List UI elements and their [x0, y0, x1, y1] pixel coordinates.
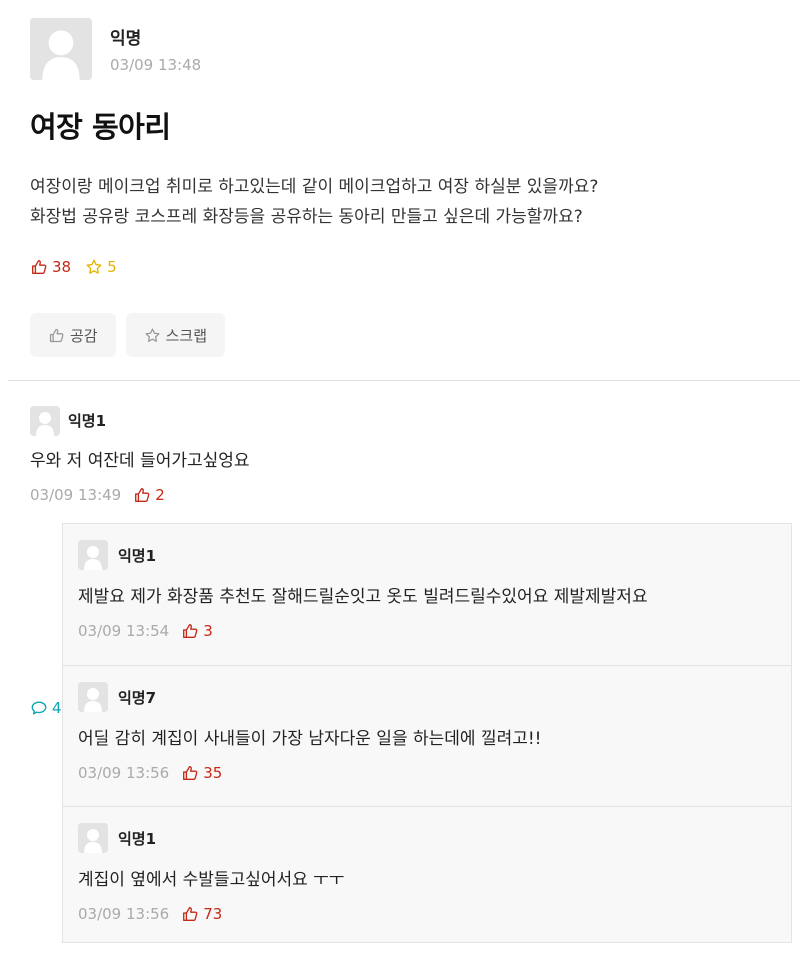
- reply-like[interactable]: 35: [181, 764, 222, 782]
- reply-list: 익명1 제발요 제가 화장품 추천도 잘해드릴순잇고 옷도 빌려드릴수있어요 제…: [62, 523, 792, 943]
- avatar: [78, 823, 108, 853]
- like-button-label: 공감: [70, 326, 98, 345]
- comment-time: 03/09 13:49: [30, 486, 122, 504]
- post: 익명 03/09 13:48 여장 동아리 여장이랑 메이크업 취미로 하고있는…: [0, 0, 800, 717]
- avatar: [78, 682, 108, 712]
- scrap-button[interactable]: 스크랩: [125, 313, 226, 357]
- reply-like[interactable]: 73: [181, 905, 222, 923]
- reply: 익명1 계집이 옆에서 수발들고싶어서요 ㅜㅜ 03/09 13:56 73: [63, 806, 791, 947]
- post-body-line: 화장법 공유랑 코스프레 화장등을 공유하는 동아리 만들고 싶은데 가능할까요…: [30, 207, 583, 227]
- reply-text: 계집이 옆에서 수발들고싶어서요 ㅜㅜ: [78, 870, 345, 890]
- reply-meta: 03/09 13:54 3: [78, 622, 213, 640]
- reply-text: 어딜 감히 계집이 사내들이 가장 남자다운 일을 하는데에 낄려고!!: [78, 729, 542, 749]
- post-title: 여장 동아리: [30, 110, 171, 144]
- avatar: [78, 540, 108, 570]
- thumbs-up-icon: [32, 260, 47, 274]
- reply-time: 03/09 13:56: [78, 905, 170, 923]
- thumbs-up-icon: [49, 328, 64, 342]
- thumbs-up-icon: [183, 766, 198, 780]
- comment-text: 우와 저 여잔데 들어가고싶엉요: [30, 451, 250, 471]
- like-count-value: 38: [52, 258, 72, 276]
- scrap-count: 5: [85, 258, 117, 276]
- avatar: [30, 406, 60, 436]
- comment-like[interactable]: 2: [133, 486, 165, 504]
- comment: 익명1 우와 저 여잔데 들어가고싶엉요 03/09 13:49 2: [0, 382, 800, 518]
- post-actions: 공감 스크랩: [30, 313, 235, 357]
- post-stats: 38 42 5: [30, 258, 131, 717]
- reply-like-count: 73: [203, 905, 223, 923]
- like-button[interactable]: 공감: [30, 313, 116, 357]
- reply-like-count: 3: [203, 622, 213, 640]
- reply-time: 03/09 13:56: [78, 764, 170, 782]
- reply: 익명7 어딜 감히 계집이 사내들이 가장 남자다운 일을 하는데에 낄려고!!…: [63, 665, 791, 806]
- reply-like[interactable]: 3: [181, 622, 213, 640]
- reply: 익명1 제발요 제가 화장품 추천도 잘해드릴순잇고 옷도 빌려드릴수있어요 제…: [63, 524, 791, 665]
- post-author: 익명: [110, 29, 142, 49]
- avatar: [30, 18, 92, 80]
- comment-like-count: 2: [155, 486, 165, 504]
- star-icon: [145, 327, 160, 342]
- reply-time: 03/09 13:54: [78, 622, 170, 640]
- reply-text: 제발요 제가 화장품 추천도 잘해드릴순잇고 옷도 빌려드릴수있어요 제발제발저…: [78, 587, 648, 607]
- reply-author: 익명1: [118, 830, 157, 848]
- post-body: 여장이랑 메이크업 취미로 하고있는데 같이 메이크업하고 여장 하실분 있을까…: [30, 172, 790, 232]
- scrap-button-label: 스크랩: [165, 326, 208, 345]
- post-time: 03/09 13:48: [110, 56, 202, 74]
- reply-meta: 03/09 13:56 35: [78, 764, 222, 782]
- divider: [8, 380, 800, 381]
- post-body-line: 여장이랑 메이크업 취미로 하고있는데 같이 메이크업하고 여장 하실분 있을까…: [30, 177, 599, 197]
- comment-author: 익명1: [68, 412, 107, 430]
- thumbs-up-icon: [183, 624, 198, 638]
- reply-like-count: 35: [203, 764, 223, 782]
- like-count: 38: [30, 258, 71, 276]
- scrap-count-value: 5: [107, 258, 117, 276]
- reply-author: 익명7: [118, 689, 157, 707]
- reply-meta: 03/09 13:56 73: [78, 905, 222, 923]
- thumbs-up-icon: [135, 488, 150, 502]
- thumbs-up-icon: [183, 907, 198, 921]
- reply-author: 익명1: [118, 547, 157, 565]
- star-icon: [86, 259, 102, 274]
- comment-meta: 03/09 13:49 2: [30, 486, 165, 504]
- speech-bubble-icon: [31, 701, 47, 715]
